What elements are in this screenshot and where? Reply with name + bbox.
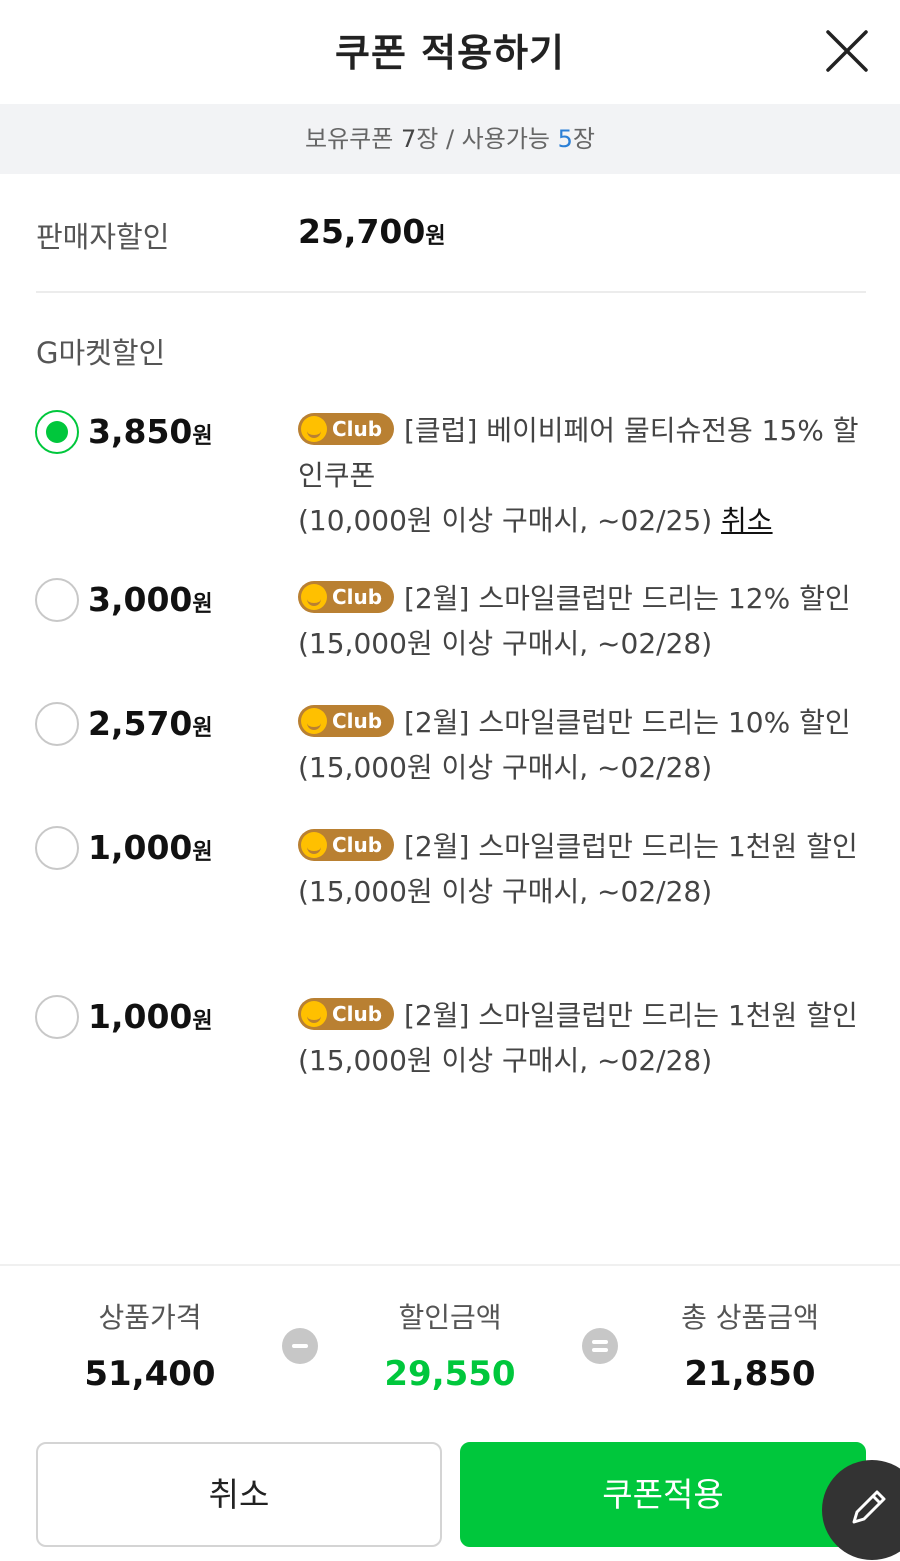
modal-header: 쿠폰 적용하기 [0, 0, 900, 104]
seller-discount-amount: 25,700원 [298, 212, 446, 251]
owned-unit: 장 [416, 125, 439, 153]
coupon-amount: 3,850원 [88, 412, 213, 451]
pencil-icon [852, 1490, 886, 1524]
club-badge-label: Club [332, 833, 383, 857]
page-title: 쿠폰 적용하기 [335, 31, 565, 75]
coupon-info: Club [클럽] 베이비페어 물티슈전용 15% 할인쿠폰 (10,000원 이… [298, 408, 866, 543]
seller-discount-value: 25,700 [298, 212, 426, 251]
coupon-count-summary: 보유쿠폰 7장 / 사용가능 5장 [0, 104, 900, 174]
coupon-condition: (15,000원 이상 구매시, ~02/28) [298, 627, 713, 660]
equals-circle-icon [582, 1328, 618, 1364]
coupon-amount-value: 1,000 [88, 997, 193, 1036]
coupon-condition: (10,000원 이상 구매시, ~02/25) [298, 504, 713, 537]
available-label: 사용가능 [461, 125, 558, 153]
coupon-cancel-link[interactable]: 취소 [721, 504, 773, 537]
coupon-info: Club [2월] 스마일클럽만 드리는 1천원 할인 (15,000원 이상 구… [298, 993, 866, 1083]
smile-icon [301, 832, 327, 858]
coupon-info: Club [2월] 스마일클럽만 드리는 12% 할인 (15,000원 이상 구… [298, 576, 866, 666]
section-divider [36, 291, 866, 293]
close-icon [826, 30, 868, 72]
coupon-title: [2월] 스마일클럽만 드리는 10% 할인 [404, 706, 851, 739]
discount-amount-value: 29,550 [384, 1354, 516, 1394]
summary-separator: / [438, 125, 462, 153]
coupon-title: [2월] 스마일클럽만 드리는 12% 할인 [404, 582, 851, 615]
smile-icon [301, 416, 327, 442]
gmarket-discount-label: G마켓할인 [36, 336, 166, 370]
coupon-title: [2월] 스마일클럽만 드리는 1천원 할인 [404, 830, 858, 863]
discount-amount-block: 할인금액 29,550 [330, 1296, 570, 1394]
coupon-condition: (15,000원 이상 구매시, ~02/28) [298, 1044, 713, 1077]
coupon-amount-value: 2,570 [88, 704, 193, 743]
coupon-radio[interactable] [35, 826, 79, 870]
coupon-amount-unit: 원 [192, 424, 213, 449]
coupon-amount: 2,570원 [88, 704, 213, 743]
total-price-block: 총 상품금액 21,850 [630, 1296, 870, 1394]
coupon-radio[interactable] [35, 702, 79, 746]
coupon-amount-unit: 원 [192, 1009, 213, 1034]
club-badge-label: Club [332, 417, 383, 441]
coupon-amount: 1,000원 [88, 828, 213, 867]
product-price-value: 51,400 [84, 1354, 216, 1394]
product-price-label: 상품가격 [98, 1301, 202, 1334]
cancel-button[interactable]: 취소 [36, 1442, 442, 1547]
club-badge: Club [298, 413, 394, 445]
product-price-block: 상품가격 51,400 [30, 1296, 270, 1394]
seller-discount-unit: 원 [425, 224, 446, 249]
seller-discount-label: 판매자할인 [36, 220, 170, 254]
apply-coupon-button[interactable]: 쿠폰적용 [460, 1442, 866, 1547]
coupon-amount-value: 3,000 [88, 580, 193, 619]
owned-count: 7 [400, 125, 417, 153]
coupon-amount-unit: 원 [192, 716, 213, 741]
coupon-amount-unit: 원 [192, 592, 213, 617]
coupon-condition: (15,000원 이상 구매시, ~02/28) [298, 875, 713, 908]
available-count: 5 [557, 125, 573, 153]
club-badge: Club [298, 705, 394, 737]
club-badge: Club [298, 998, 394, 1030]
smile-icon [301, 1001, 327, 1027]
discount-amount-label: 할인금액 [398, 1301, 502, 1334]
coupon-amount-unit: 원 [192, 840, 213, 865]
minus-circle-icon [282, 1328, 318, 1364]
coupon-radio-selected[interactable] [35, 410, 79, 454]
close-button[interactable] [824, 28, 870, 74]
coupon-condition: (15,000원 이상 구매시, ~02/28) [298, 751, 713, 784]
total-price-label: 총 상품금액 [681, 1301, 819, 1334]
club-badge-label: Club [332, 585, 383, 609]
coupon-amount: 3,000원 [88, 580, 213, 619]
coupon-amount-value: 3,850 [88, 412, 193, 451]
coupon-info: Club [2월] 스마일클럽만 드리는 10% 할인 (15,000원 이상 구… [298, 700, 866, 790]
total-price-value: 21,850 [684, 1354, 816, 1394]
club-badge-label: Club [332, 1002, 383, 1026]
club-badge: Club [298, 829, 394, 861]
coupon-radio[interactable] [35, 578, 79, 622]
price-summary-footer: 상품가격 51,400 할인금액 29,550 총 상품금액 21,850 취소… [0, 1264, 900, 1561]
owned-label: 보유쿠폰 [305, 125, 401, 153]
coupon-info: Club [2월] 스마일클럽만 드리는 1천원 할인 (15,000원 이상 구… [298, 824, 866, 914]
coupon-title: [2월] 스마일클럽만 드리는 1천원 할인 [404, 999, 858, 1032]
coupon-amount-value: 1,000 [88, 828, 193, 867]
available-unit: 장 [572, 125, 595, 153]
coupon-radio[interactable] [35, 995, 79, 1039]
club-badge-label: Club [332, 709, 383, 733]
smile-icon [301, 708, 327, 734]
coupon-amount: 1,000원 [88, 997, 213, 1036]
club-badge: Club [298, 581, 394, 613]
smile-icon [301, 584, 327, 610]
